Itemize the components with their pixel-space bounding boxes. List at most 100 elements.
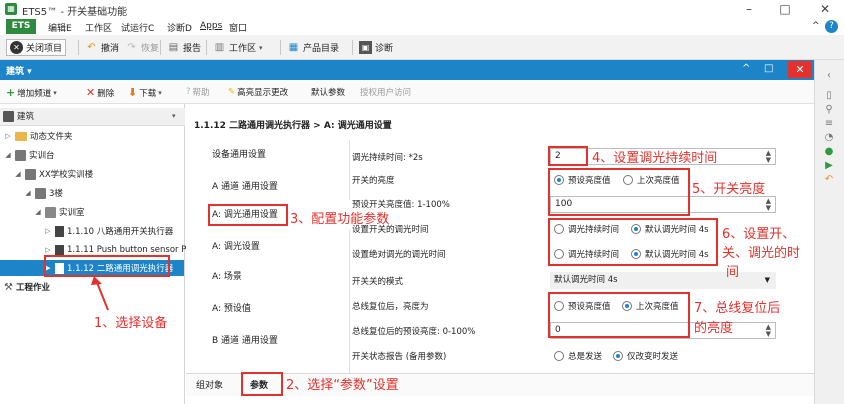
breadcrumb: 1.1.12 二路通用调光执行器 > A: 调光通用设置 (194, 121, 392, 131)
help-button[interactable]: ? 帮助 (186, 86, 210, 98)
nav-a-dim-settings[interactable]: A: 调光设置 (186, 232, 350, 262)
clock-icon[interactable]: ◔ (823, 132, 835, 144)
annotation-box-brightness (548, 168, 690, 216)
delete-label: 删除 (97, 88, 115, 99)
redo-button[interactable]: ↷ 恢复 (122, 39, 162, 56)
toolbar-separator (280, 40, 281, 55)
chevron-left-icon[interactable]: ‹ (823, 70, 835, 82)
nav-channel-a-general[interactable]: A 通道 通用设置 (186, 172, 350, 202)
report-button[interactable]: ▤ 报告 (164, 39, 204, 56)
tree-item-training-bench[interactable]: ◢ 实训台 (4, 147, 55, 163)
menu-window[interactable]: 窗口 (229, 21, 247, 34)
annotation-box-bus-recovery (548, 292, 690, 338)
undo-button[interactable]: ↶ 撤消 (82, 39, 122, 56)
tree-item-label: 3楼 (49, 189, 63, 199)
close-window-button[interactable]: ✕ (812, 1, 838, 17)
menu-apps[interactable]: Apps (200, 21, 222, 31)
room-icon (45, 206, 56, 218)
close-circle-icon: ✕ (10, 41, 23, 54)
annotation-3: 3、配置功能参数 (290, 212, 390, 227)
spinner-icon[interactable]: ▲ ▼ (766, 198, 771, 212)
panel-minimize-icon[interactable]: ^ (742, 63, 750, 74)
panel-title[interactable]: 建筑 ▾ (6, 64, 32, 77)
search-icon[interactable]: ⚲ (823, 104, 835, 116)
tree-item-label: XX学校实训楼 (39, 170, 94, 180)
menu-edit[interactable]: 编辑E (48, 21, 72, 34)
nav-device-general[interactable]: 设备通用设置 (186, 140, 350, 170)
expand-arrow-icon: ▷ (45, 246, 51, 254)
delete-x-icon: ✕ (86, 86, 96, 99)
panel-restore-icon[interactable]: □ (764, 63, 773, 74)
tree-item-school-building[interactable]: ◢ XX学校实训楼 (14, 166, 93, 182)
annotation-6-line2: 关、调光的时 (722, 246, 801, 261)
authorize-label: 授权用户访问 (360, 88, 412, 98)
document-icon[interactable]: ▯ (823, 90, 835, 102)
undo-side-icon[interactable]: ↶ (823, 174, 835, 186)
highlight-changes-button[interactable]: ✎ 高亮显示更改 (228, 86, 288, 98)
workspace-button[interactable]: ▥ 工作区 ▾ (210, 39, 266, 56)
collapse-arrow-icon: ◢ (5, 151, 11, 159)
collapse-arrow-icon: ◢ (35, 208, 41, 216)
authorize-button[interactable]: 授权用户访问 (360, 86, 411, 98)
tree-item-floor-3[interactable]: ◢ 3楼 (24, 185, 63, 201)
default-params-label: 默认参数 (311, 88, 346, 98)
tree-root[interactable]: 建筑 (0, 108, 185, 126)
tree-item-device-1-1-10[interactable]: ▷ 1.1.10 八路通用开关执行器 (44, 223, 173, 239)
undo-icon: ↶ (87, 42, 96, 53)
menu-commissioning[interactable]: 试运行C (121, 21, 154, 34)
ets-menu-button[interactable]: ETS (6, 19, 36, 34)
download-button[interactable]: ⬇ 下载 ▾ (128, 86, 162, 99)
tree-item-label: 动态文件夹 (30, 132, 73, 142)
toolbar-separator (78, 40, 79, 55)
add-channel-button[interactable]: + 增加频道 ▾ (6, 86, 57, 99)
nav-a-scene[interactable]: A: 场景 (186, 262, 350, 292)
delete-button[interactable]: ✕ 删除 (86, 86, 114, 99)
highlight-label: 高亮显示更改 (237, 88, 289, 98)
tree-root-label: 建筑 (17, 112, 35, 122)
spinner-icon[interactable]: ▲ ▼ (766, 324, 771, 338)
toolbar-separator (206, 40, 207, 55)
title-bar: ▦ ETS5™ - 开关基础功能 – □ ✕ (0, 0, 844, 18)
building-panel-header: 建筑 ▾ ^ □ ✕ (0, 60, 814, 80)
catalog-button[interactable]: ▦ 产品目录 (284, 39, 342, 56)
minimize-button[interactable]: – (736, 1, 762, 17)
collapse-ribbon-icon[interactable]: ^ (812, 21, 820, 31)
status-on-change-radio[interactable]: 仅改变时发送 (613, 350, 678, 362)
default-params-button[interactable]: 默认参数 (311, 86, 345, 98)
diagnostics-button[interactable]: ▣ 诊断 (356, 39, 396, 56)
window-title: ETS5™ - 开关基础功能 (22, 7, 128, 18)
chevron-down-icon[interactable]: ▾ (172, 112, 176, 120)
tree-item-dynamic-folders[interactable]: ▷ 动态文件夹 (4, 128, 73, 144)
tree-item-work[interactable]: ⚒ 工程作业 (4, 279, 50, 295)
close-project-button[interactable]: ✕ 关闭项目 (6, 39, 67, 56)
tree-item-training-room[interactable]: ◢ 实训室 (34, 204, 85, 220)
play-icon[interactable]: ▶ (823, 160, 835, 172)
menu-diagnostics[interactable]: 诊断D (167, 21, 192, 34)
diagnostics-icon: ▣ (359, 41, 372, 54)
annotation-box-dim-times (548, 218, 718, 266)
switch-mode-select[interactable]: 默认调光时间 4s ▼ (550, 272, 776, 289)
annotation-4: 4、设置调光持续时间 (592, 151, 718, 166)
nav-channel-b-general[interactable]: B 通道 通用设置 (186, 326, 350, 356)
help-icon[interactable]: ? (825, 20, 838, 33)
panel-close-button[interactable]: ✕ (788, 61, 812, 78)
nav-a-preset[interactable]: A: 预设值 (186, 294, 350, 324)
radio-unselected-icon (554, 351, 564, 361)
expand-arrow-icon: ▷ (45, 227, 51, 235)
menu-workspace[interactable]: 工作区 (85, 21, 112, 34)
annotation-box-params-tab (241, 372, 283, 396)
plus-icon: + (6, 86, 16, 99)
list-icon[interactable]: ≡ (823, 118, 835, 130)
toolbar-separator (160, 40, 161, 55)
annotation-5: 5、开关亮度 (692, 182, 766, 197)
maximize-button[interactable]: □ (772, 1, 798, 17)
spinner-icon[interactable]: ▲ ▼ (766, 150, 771, 164)
tree-item-label: 工程作业 (15, 283, 50, 293)
annotation-6-line1: 6、设置开、 (722, 227, 796, 242)
redo-label: 恢复 (141, 44, 160, 54)
status-always-radio[interactable]: 总是发送 (554, 350, 602, 362)
tab-group-objects[interactable]: 组对象 (196, 378, 223, 391)
building-icon (3, 110, 14, 122)
record-icon[interactable]: ● (823, 146, 835, 158)
bus-recovery-label: 总线复位后，亮度为 (352, 302, 429, 312)
